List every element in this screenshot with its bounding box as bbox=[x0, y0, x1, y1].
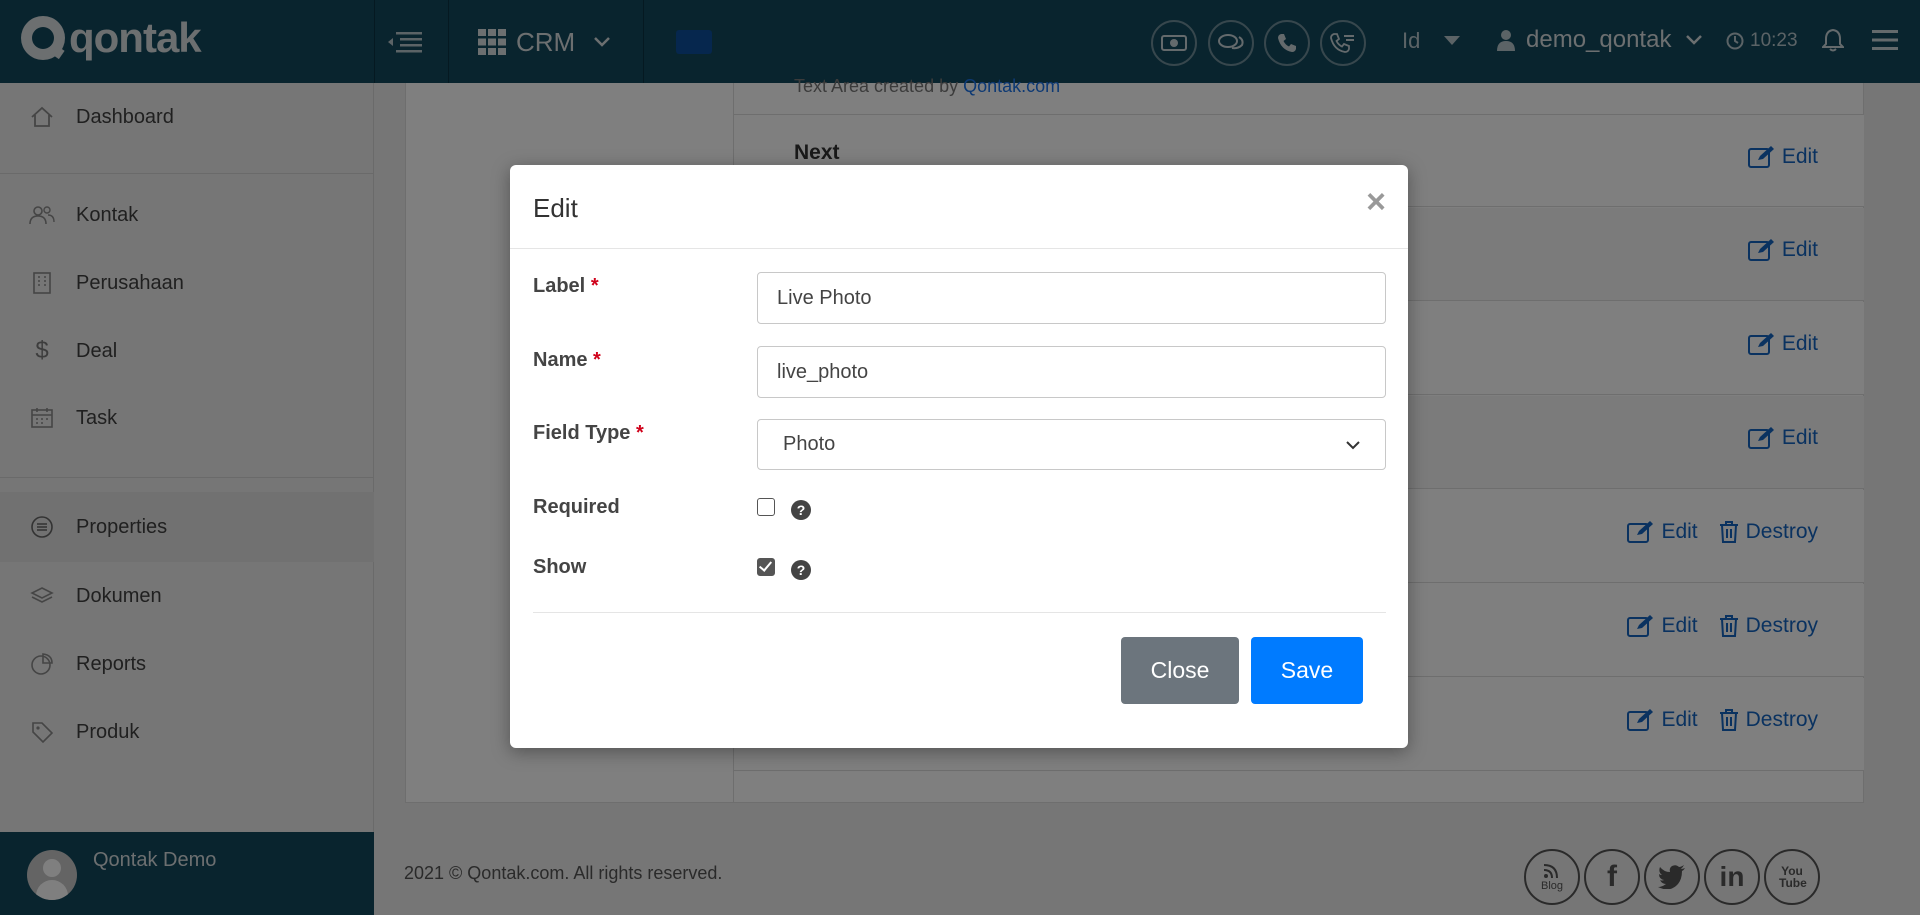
label-field-label: Label * bbox=[533, 275, 599, 297]
save-button[interactable]: Save bbox=[1251, 637, 1363, 704]
help-icon[interactable]: ? bbox=[791, 500, 811, 520]
help-icon[interactable]: ? bbox=[791, 560, 811, 580]
close-button[interactable]: Close bbox=[1121, 637, 1239, 704]
name-input[interactable] bbox=[757, 346, 1386, 398]
modal-header: Edit × bbox=[510, 165, 1408, 249]
name-field-label: Name * bbox=[533, 349, 601, 371]
required-asterisk: * bbox=[590, 275, 599, 297]
required-checkbox[interactable] bbox=[757, 498, 775, 516]
required-asterisk: * bbox=[635, 422, 644, 444]
field-type-label: Field Type * bbox=[533, 422, 644, 444]
field-type-value: Photo bbox=[783, 433, 836, 455]
required-asterisk: * bbox=[593, 349, 601, 371]
edit-property-modal: Edit × Label * Name * Field Type * Photo… bbox=[510, 165, 1408, 748]
chevron-down-icon bbox=[1346, 440, 1360, 449]
label-input[interactable] bbox=[757, 272, 1386, 324]
close-icon[interactable]: × bbox=[1366, 185, 1386, 219]
required-label: Required bbox=[533, 496, 620, 518]
show-checkbox[interactable] bbox=[757, 558, 775, 576]
modal-title: Edit bbox=[533, 193, 578, 223]
show-label: Show bbox=[533, 556, 587, 578]
field-type-select[interactable]: Photo bbox=[757, 419, 1386, 470]
modal-divider bbox=[533, 612, 1386, 613]
